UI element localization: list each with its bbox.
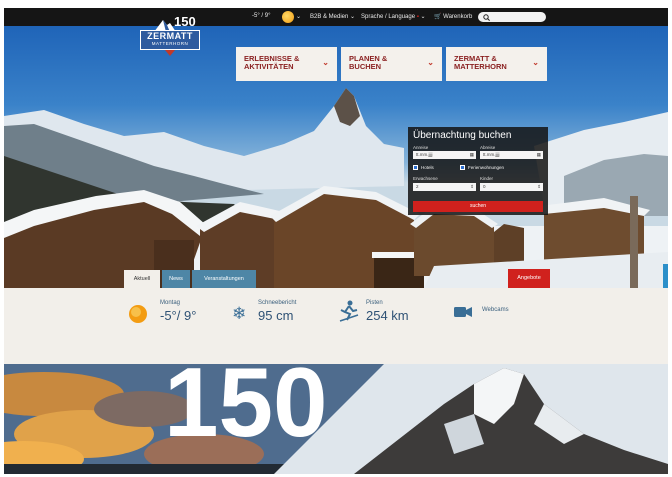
search-input[interactable] <box>478 12 546 22</box>
bottom-banner: 150 <box>4 364 668 474</box>
cart-icon: 🛒 <box>434 14 442 20</box>
pistes-label[interactable]: Pisten <box>366 300 383 306</box>
adults-select[interactable]: 2 ⇕ <box>413 183 476 191</box>
weather-strip: Montag -5°/ 9° ❄ Schneebericht 95 cm Pis… <box>4 288 668 364</box>
chevron-down-icon: ⌄ <box>532 58 539 67</box>
snow-depth-value: 95 cm <box>258 308 294 323</box>
chevron-down-icon: ⌄ <box>427 58 434 67</box>
apartments-checkbox[interactable] <box>460 165 465 170</box>
arrival-label: Anreise <box>413 145 429 150</box>
adults-value: 2 <box>416 184 419 189</box>
chevron-down-icon[interactable]: ⌄ <box>296 13 301 20</box>
snowflake-icon: ❄ <box>232 304 247 323</box>
search-icon <box>483 14 490 21</box>
banner-number: 150 <box>164 364 328 457</box>
logo-box: ZERMATT MATTERHORN <box>140 30 200 50</box>
tab-news[interactable]: News <box>162 270 190 288</box>
language-selector[interactable]: Sprache / Language ▪ ⌄ <box>361 13 426 20</box>
cart-link[interactable]: 🛒 Warenkorb <box>434 13 472 20</box>
chevron-down-icon: ⌄ <box>322 58 329 67</box>
arrival-date-field[interactable]: tt.mm.jjjj ▦ <box>413 151 476 159</box>
arrival-date-value: tt.mm.jjjj <box>416 152 433 157</box>
logo-pointer <box>165 50 175 56</box>
tab-aktuell[interactable]: Aktuell <box>124 270 160 288</box>
departure-date-value: tt.mm.jjjj <box>483 152 500 157</box>
stepper-icon: ⇕ <box>470 184 474 189</box>
calendar-icon: ▦ <box>536 152 541 157</box>
booking-title: Übernachtung buchen <box>413 130 512 141</box>
pistes-length-value: 254 km <box>366 308 409 323</box>
stepper-icon: ⇕ <box>537 184 541 189</box>
children-label: Kinder <box>480 176 494 181</box>
webcams-link[interactable]: Webcams <box>482 307 509 313</box>
booking-search-button[interactable]: suchen <box>413 201 543 212</box>
departure-date-field[interactable]: tt.mm.jjjj ▦ <box>480 151 543 159</box>
tab-veranstaltungen[interactable]: Veranstaltungen <box>192 270 256 288</box>
side-feedback-tab[interactable] <box>663 264 668 288</box>
nav-menu-planning[interactable]: PLANEN & BUCHEN ⌄ <box>341 47 442 81</box>
sun-icon <box>129 305 147 323</box>
top-bar: -5° / 9° ⌄ B2B & Medien ⌄ Sprache / Lang… <box>4 8 668 26</box>
temperature-readout: -5° / 9° <box>252 13 271 19</box>
webcam-icon <box>454 307 472 317</box>
hotels-label: Hotels <box>421 165 434 170</box>
calendar-icon: ▦ <box>469 152 474 157</box>
hero-image: ERLEBNISSE & AKTIVITÄTEN ⌄ PLANEN & BUCH… <box>4 26 668 288</box>
apartments-label: Ferienwohnungen <box>468 165 505 170</box>
cart-label: Warenkorb <box>443 14 473 20</box>
children-value: 0 <box>483 184 486 189</box>
children-select[interactable]: 0 ⇕ <box>480 183 543 191</box>
hotels-checkbox[interactable] <box>413 165 418 170</box>
snow-report-label[interactable]: Schneebericht <box>258 300 296 306</box>
language-label: Sprache / Language <box>361 14 416 20</box>
booking-panel: Übernachtung buchen Anreise tt.mm.jjjj ▦… <box>408 127 548 215</box>
zermatt-logo[interactable]: 150 ZERMATT MATTERHORN <box>140 12 200 56</box>
flag-icon: ▪ <box>416 14 419 20</box>
offers-button[interactable]: Angebote <box>508 269 550 288</box>
weather-day-label: Montag <box>160 300 181 306</box>
nav-menu-zermatt[interactable]: ZERMATT & MATTERHORN ⌄ <box>446 47 547 81</box>
logo-tagline: MATTERHORN <box>151 41 189 46</box>
skier-icon <box>339 300 359 322</box>
departure-label: Abreise <box>480 145 496 150</box>
b2b-media-label: B2B & Medien <box>310 14 349 20</box>
logo-number: 150 <box>174 14 196 29</box>
weather-temperature: -5°/ 9° <box>160 308 197 323</box>
page-frame: ERLEBNISSE & AKTIVITÄTEN ⌄ PLANEN & BUCH… <box>4 8 668 474</box>
logo-name: ZERMATT <box>147 31 193 41</box>
b2b-media-link[interactable]: B2B & Medien ⌄ <box>310 13 355 20</box>
sun-icon <box>282 11 294 23</box>
nav-menu-activities[interactable]: ERLEBNISSE & AKTIVITÄTEN ⌄ <box>236 47 337 81</box>
adults-label: Erwachsene <box>413 176 438 181</box>
